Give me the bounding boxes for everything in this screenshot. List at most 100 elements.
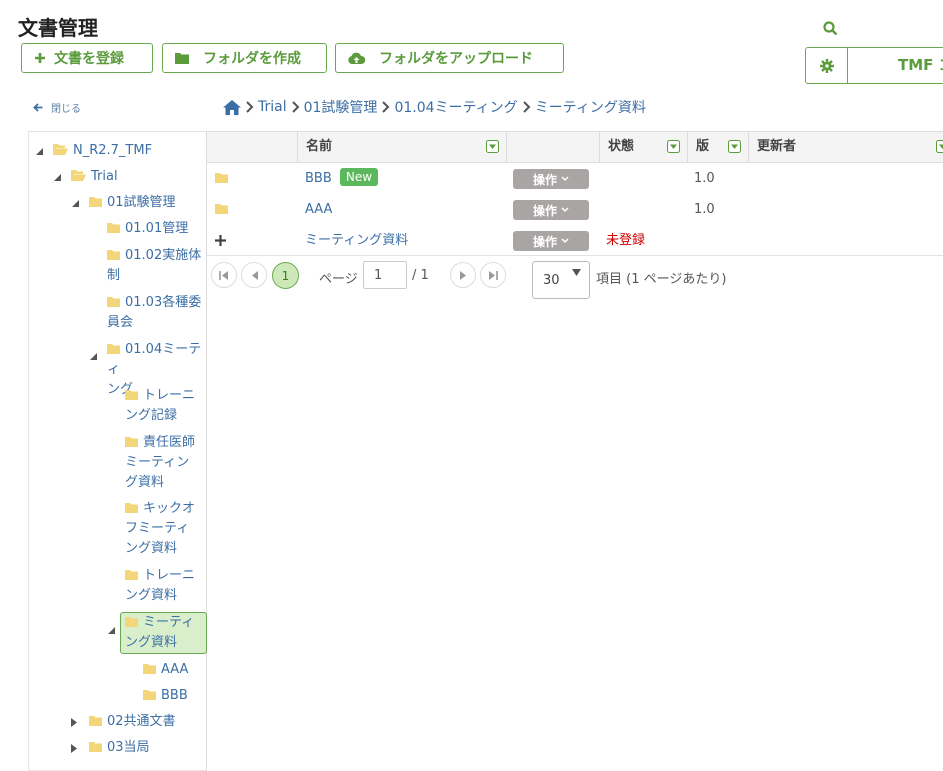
tree-node-root[interactable]: N_R2.7_TMF	[53, 141, 152, 161]
filter-icon[interactable]	[486, 140, 499, 153]
create-folder-button[interactable]: フォルダを作成	[162, 43, 327, 73]
close-sidebar-label: 閉じる	[51, 100, 81, 115]
register-document-button[interactable]: 文書を登録	[21, 43, 153, 73]
tmf-button-group: TMF コ	[805, 47, 943, 84]
row-version: 1.0	[694, 163, 715, 194]
tree-node-pi-meeting[interactable]: 責任医師ミーティング資料	[125, 433, 207, 493]
breadcrumb-item-trial-management[interactable]: 01試験管理	[304, 97, 378, 117]
create-folder-label: フォルダを作成	[203, 48, 301, 68]
row-status: 未登録	[606, 225, 645, 256]
tree-node-trial[interactable]: Trial	[71, 167, 118, 187]
items-per-page-label: 項目 (1 ページあたり)	[596, 268, 726, 287]
folder-icon	[125, 390, 138, 400]
page-label: ページ	[319, 268, 358, 287]
column-header-operation	[506, 132, 599, 162]
register-document-label: 文書を登録	[54, 48, 124, 68]
page-title: 文書管理	[18, 12, 98, 41]
collapse-toggle-icon[interactable]	[52, 172, 62, 182]
tree-node-meeting-docs[interactable]: ミーティング資料	[120, 612, 207, 654]
chevron-right-icon	[381, 101, 390, 113]
gear-icon	[820, 59, 834, 73]
table-row: AAA 操作 1.0	[207, 194, 943, 225]
folder-icon	[125, 570, 138, 580]
next-page-icon	[460, 271, 467, 280]
grid-header: 名前 状態 版 更新者	[207, 131, 943, 163]
breadcrumb: Trial 01試験管理 01.04ミーティング ミーティング資料	[223, 97, 646, 117]
column-header-updater[interactable]: 更新者	[748, 132, 943, 162]
new-badge: New	[340, 168, 378, 186]
tree-node-training-record[interactable]: トレーニング記録	[125, 386, 207, 426]
filter-icon[interactable]	[936, 140, 943, 153]
upload-folder-label: フォルダをアップロード	[379, 48, 533, 68]
breadcrumb-item-meeting[interactable]: 01.04ミーティング	[394, 97, 517, 117]
home-icon[interactable]	[223, 100, 241, 115]
prev-page-icon	[251, 271, 258, 280]
operation-button[interactable]: 操作	[513, 169, 589, 189]
folder-tree: N_R2.7_TMF Trial 01試験管理 01.01管理 01.02実施体…	[28, 131, 207, 771]
folder-icon	[107, 223, 120, 233]
folder-icon	[125, 503, 138, 513]
items-per-page-select[interactable]: 30	[532, 261, 590, 299]
folder-icon	[107, 297, 120, 307]
tree-node-bbb[interactable]: BBB	[143, 686, 188, 706]
expand-toggle-icon[interactable]	[69, 743, 79, 753]
upload-folder-button[interactable]: フォルダをアップロード	[335, 43, 564, 73]
tree-node-0102[interactable]: 01.02実施体制	[107, 246, 207, 286]
plus-icon[interactable]	[215, 235, 226, 246]
tree-node-authority[interactable]: 03当局	[89, 738, 150, 758]
folder-icon	[125, 437, 138, 447]
table-row: ミーティング資料 操作 未登録	[207, 225, 943, 256]
folder-icon	[143, 690, 156, 700]
folder-icon	[215, 173, 228, 183]
tree-node-training-docs[interactable]: トレーニング資料	[125, 566, 207, 606]
folder-icon	[143, 664, 156, 674]
page-number-input[interactable]	[363, 261, 407, 289]
caret-down-icon	[572, 269, 581, 276]
collapse-toggle-icon[interactable]	[34, 146, 44, 156]
row-name-link[interactable]: BBB	[305, 171, 332, 186]
chevron-down-icon	[561, 238, 569, 244]
column-header-name[interactable]: 名前	[297, 132, 507, 162]
operation-button[interactable]: 操作	[513, 200, 589, 220]
settings-button[interactable]	[806, 48, 848, 83]
tree-node-aaa[interactable]: AAA	[143, 660, 188, 680]
arrow-left-icon	[33, 103, 43, 112]
last-page-button[interactable]	[480, 262, 506, 288]
breadcrumb-item-trial[interactable]: Trial	[258, 99, 287, 115]
chevron-down-icon	[561, 207, 569, 213]
collapse-toggle-icon[interactable]	[106, 625, 116, 635]
search-icon[interactable]	[823, 21, 838, 36]
folder-icon	[175, 52, 189, 64]
tmf-button[interactable]: TMF コ	[848, 48, 943, 83]
tree-node-trial-management[interactable]: 01試験管理	[89, 193, 176, 213]
next-page-button[interactable]	[450, 262, 476, 288]
chevron-right-icon	[245, 101, 254, 113]
chevron-right-icon	[522, 101, 531, 113]
breadcrumb-item-meeting-docs: ミーティング資料	[535, 97, 646, 117]
document-grid: 名前 状態 版 更新者 BBB New 操作 1.0 AAA 操作 1.0 ミー…	[207, 131, 943, 256]
items-per-page-value: 30	[543, 273, 560, 288]
current-page-indicator[interactable]: 1	[272, 262, 299, 289]
folder-icon	[107, 344, 120, 354]
filter-icon[interactable]	[667, 140, 680, 153]
prev-page-button[interactable]	[241, 262, 267, 288]
tree-node-0103[interactable]: 01.03各種委員会	[107, 293, 207, 333]
first-page-icon	[219, 271, 229, 280]
row-name-link[interactable]: AAA	[305, 202, 332, 217]
collapse-toggle-icon[interactable]	[70, 198, 80, 208]
collapse-toggle-icon[interactable]	[88, 351, 98, 361]
operation-button[interactable]: 操作	[513, 231, 589, 251]
filter-icon[interactable]	[728, 140, 741, 153]
pager: 1 ページ / 1 30 項目 (1 ページあたり)	[207, 258, 943, 303]
tree-node-kickoff[interactable]: キックオフミーティング資料	[125, 499, 207, 559]
first-page-button[interactable]	[211, 262, 237, 288]
row-name-link[interactable]: ミーティング資料	[305, 233, 408, 248]
folder-open-icon	[53, 144, 68, 155]
tree-node-0101[interactable]: 01.01管理	[107, 219, 207, 239]
expand-toggle-icon[interactable]	[69, 717, 79, 727]
tree-node-common-docs[interactable]: 02共通文書	[89, 712, 176, 732]
folder-icon	[89, 742, 102, 752]
folder-icon	[89, 716, 102, 726]
plus-icon	[34, 52, 46, 64]
close-sidebar-link[interactable]: 閉じる	[33, 100, 81, 115]
